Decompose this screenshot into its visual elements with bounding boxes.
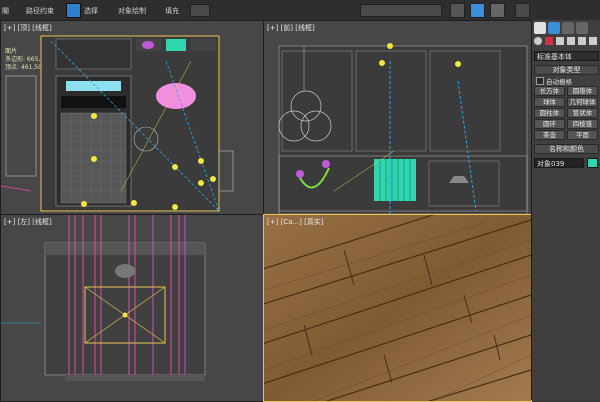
menu-item-5[interactable]: 填充	[165, 6, 179, 16]
menu-item-2[interactable]: 路径约束	[26, 6, 54, 16]
geometry-icon[interactable]	[534, 37, 542, 45]
subcategory-icons	[534, 36, 599, 48]
cameras-icon[interactable]	[567, 37, 575, 45]
front-view-drawing	[278, 43, 528, 214]
pyramid-button[interactable]: 四棱锥	[567, 119, 598, 129]
top-toolbar: 閹 路径约束 选择 对象绘制 填充	[0, 0, 600, 21]
object-type-rollout[interactable]: 对象类型	[534, 65, 599, 75]
panel-tabs	[534, 22, 600, 36]
menu-item-3[interactable]: 选择	[84, 6, 98, 16]
viewport-persp-label[interactable]: [+] [Ca...] [真实]	[267, 217, 324, 227]
hierarchy-tab-icon[interactable]	[562, 22, 574, 34]
wood-floor-render	[264, 215, 531, 401]
top-view-drawing	[1, 35, 234, 212]
cone-button[interactable]: 圆锥体	[567, 86, 598, 96]
material-editor-icon[interactable]	[490, 3, 505, 18]
object-name-field[interactable]: 对象039	[534, 158, 584, 168]
autogrid-checkbox[interactable]	[536, 77, 544, 85]
viewport-front[interactable]: [+] [前] [线框]	[263, 20, 532, 215]
torus-button[interactable]: 圆环	[534, 119, 565, 129]
viewport-perspective[interactable]: [+] [Ca...] [真实]	[263, 214, 532, 402]
viewport-top[interactable]: [+] [顶] [线框] 面片 多边形: 665,073 顶点: 461,500	[0, 20, 264, 215]
motion-tab-icon[interactable]	[576, 22, 588, 34]
named-selection-dropdown[interactable]	[360, 4, 442, 17]
menu-item-1[interactable]: 閹	[2, 6, 9, 16]
helpers-icon[interactable]	[578, 37, 586, 45]
render-setup-icon[interactable]	[470, 3, 485, 18]
autogrid-label: 自动栅格	[546, 78, 572, 86]
viewport-front-label[interactable]: [+] [前] [线框]	[267, 23, 315, 33]
viewport-left-label[interactable]: [+] [左] [线框]	[4, 217, 52, 227]
modify-tab-icon[interactable]	[548, 22, 560, 34]
object-color-swatch[interactable]	[587, 158, 598, 168]
geosphere-button[interactable]: 几何球体	[567, 97, 598, 107]
command-panel: 标准基本体 对象类型 自动栅格 长方体 圆锥体 球体 几何球体 圆柱体 管状体 …	[531, 20, 600, 400]
lights-icon[interactable]	[556, 37, 564, 45]
toolbar-dropdown[interactable]	[190, 4, 210, 17]
name-color-rollout[interactable]: 名称和颜色	[534, 144, 599, 154]
viewport-top-label[interactable]: [+] [顶] [线框]	[4, 23, 52, 33]
plane-button[interactable]: 平面	[567, 130, 598, 140]
sphere-button[interactable]: 球体	[534, 97, 565, 107]
shapes-icon[interactable]	[545, 37, 553, 45]
box-button[interactable]: 长方体	[534, 86, 565, 96]
systems-icon[interactable]	[589, 37, 597, 45]
left-view-drawing	[1, 215, 206, 381]
select-tool-icon[interactable]	[66, 3, 81, 18]
category-dropdown[interactable]: 标准基本体	[534, 51, 599, 61]
viewport-left[interactable]: [+] [左] [线框]	[0, 214, 264, 402]
cylinder-button[interactable]: 圆柱体	[534, 108, 565, 118]
create-tab-icon[interactable]	[534, 22, 546, 34]
tube-button[interactable]: 管状体	[567, 108, 598, 118]
teapot-button[interactable]: 茶壶	[534, 130, 565, 140]
layer-icon[interactable]	[450, 3, 465, 18]
menu-item-4[interactable]: 对象绘制	[118, 6, 146, 16]
render-icon[interactable]	[515, 3, 530, 18]
